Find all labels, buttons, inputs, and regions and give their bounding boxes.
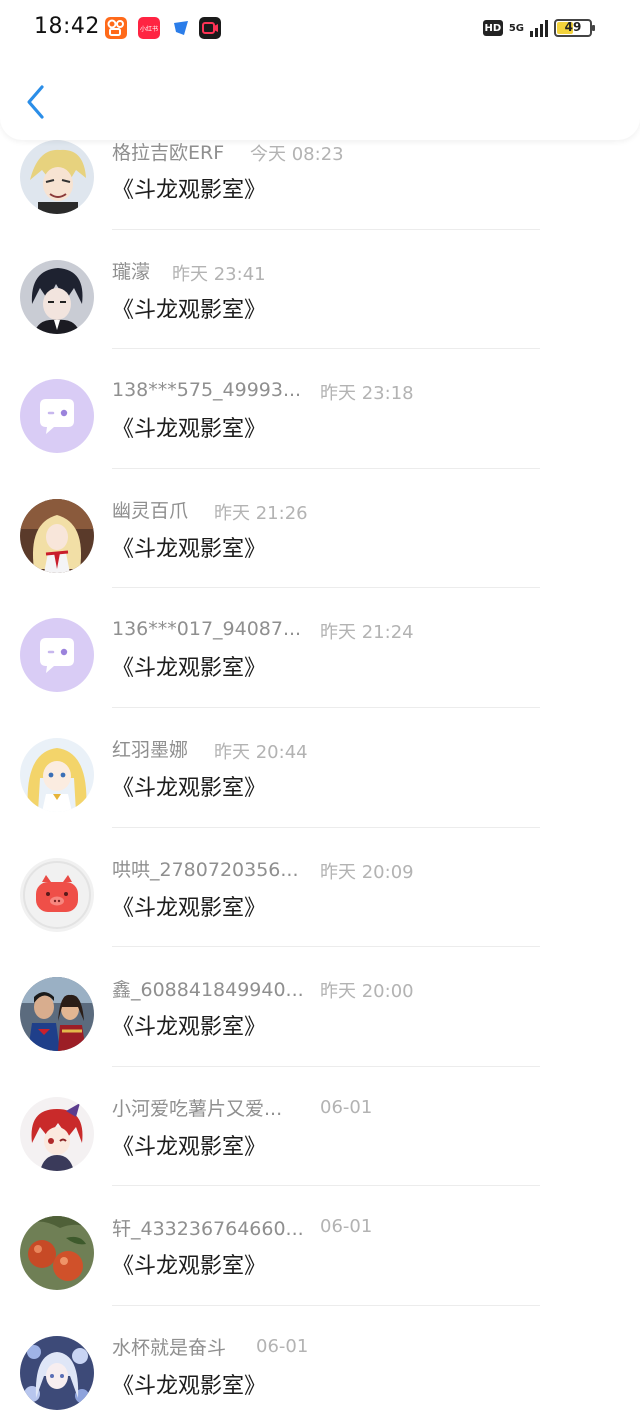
- message-text[interactable]: 《斗龙观影室》: [112, 1009, 266, 1041]
- message-meta: 瓏濛 昨天 23:41: [112, 257, 266, 285]
- hd-voice-badge: HD: [482, 20, 503, 36]
- feishu-app-icon: [170, 17, 192, 39]
- message-time: 昨天 20:00: [320, 981, 414, 1003]
- message-time: 昨天 21:26: [214, 502, 308, 524]
- status-bar: 18:42 小红书 HD 5G 49: [0, 0, 640, 56]
- message-text[interactable]: 《斗龙观影室》: [112, 1368, 266, 1400]
- message-text[interactable]: 《斗龙观影室》: [112, 1129, 266, 1161]
- avatar[interactable]: [20, 1096, 94, 1171]
- sender-name[interactable]: 138***575_49993...: [112, 379, 301, 401]
- video-app-icon: [199, 17, 221, 39]
- message-text[interactable]: 《斗龙观影室》: [112, 890, 266, 922]
- back-button[interactable]: [18, 82, 52, 122]
- sender-name[interactable]: 水杯就是奋斗: [112, 1333, 226, 1360]
- message-meta: 幽灵百爪 昨天 21:26: [112, 496, 308, 524]
- message-time: 06-01: [320, 1216, 373, 1238]
- message-text[interactable]: 《斗龙观影室》: [112, 531, 266, 563]
- message-item[interactable]: 红羽墨娜 昨天 20:44 《斗龙观影室》: [0, 708, 640, 828]
- message-time: 06-01: [320, 1096, 373, 1118]
- avatar[interactable]: [20, 618, 94, 693]
- avatar[interactable]: [20, 737, 94, 812]
- avatar[interactable]: [20, 259, 94, 334]
- sender-name[interactable]: 红羽墨娜: [112, 735, 188, 762]
- message-item[interactable]: 哄哄_2780720356... 昨天 20:09 《斗龙观影室》: [0, 828, 640, 948]
- message-item[interactable]: 鑫_608841849940... 昨天 20:00 《斗龙观影室》: [0, 947, 640, 1067]
- message-text[interactable]: 《斗龙观影室》: [112, 1248, 266, 1280]
- message-text[interactable]: 《斗龙观影室》: [112, 172, 266, 204]
- network-type: 5G: [508, 22, 524, 34]
- avatar[interactable]: [20, 1216, 94, 1291]
- message-item[interactable]: 水杯就是奋斗 06-01 《斗龙观影室》: [0, 1306, 640, 1422]
- message-time: 06-01: [256, 1335, 309, 1357]
- message-item[interactable]: 138***575_49993... 昨天 23:18 《斗龙观影室》: [0, 349, 640, 469]
- message-item[interactable]: 轩_433236764660... 06-01 《斗龙观影室》: [0, 1186, 640, 1306]
- sender-name[interactable]: 格拉吉欧ERF: [112, 138, 224, 165]
- message-item[interactable]: 瓏濛 昨天 23:41 《斗龙观影室》: [0, 230, 640, 350]
- signal-icon: [530, 19, 548, 37]
- message-meta: 136***017_94087... 昨天 21:24: [112, 616, 414, 643]
- sender-name[interactable]: 小河爱吃薯片又爱...: [112, 1094, 282, 1121]
- message-text[interactable]: 《斗龙观影室》: [112, 650, 266, 682]
- sender-name[interactable]: 轩_433236764660...: [112, 1214, 304, 1241]
- top-navigation-bar: [0, 56, 640, 140]
- sender-name[interactable]: 哄哄_2780720356...: [112, 855, 299, 882]
- message-time: 昨天 23:18: [320, 383, 414, 405]
- message-meta: 水杯就是奋斗 06-01: [112, 1333, 308, 1360]
- avatar[interactable]: [20, 1335, 94, 1410]
- message-meta: 鑫_608841849940... 昨天 20:00: [112, 975, 414, 1003]
- avatar[interactable]: [20, 977, 94, 1052]
- message-meta: 格拉吉欧ERF 今天 08:23: [112, 138, 344, 166]
- message-meta: 红羽墨娜 昨天 20:44: [112, 735, 308, 763]
- message-item[interactable]: 136***017_94087... 昨天 21:24 《斗龙观影室》: [0, 588, 640, 708]
- sender-name[interactable]: 幽灵百爪: [112, 496, 188, 523]
- message-item[interactable]: 小河爱吃薯片又爱... 06-01 《斗龙观影室》: [0, 1067, 640, 1187]
- avatar[interactable]: [20, 498, 94, 573]
- battery-percent: 49: [564, 20, 582, 34]
- message-meta: 轩_433236764660... 06-01: [112, 1214, 372, 1241]
- xiaohongshu-app-icon: 小红书: [138, 17, 160, 39]
- sender-name[interactable]: 鑫_608841849940...: [112, 975, 304, 1002]
- battery-icon: 49: [554, 19, 595, 37]
- message-text[interactable]: 《斗龙观影室》: [112, 770, 266, 802]
- sender-name[interactable]: 136***017_94087...: [112, 618, 301, 640]
- message-item[interactable]: 幽灵百爪 昨天 21:26 《斗龙观影室》: [0, 469, 640, 589]
- xiaohongshu-app-label: 小红书: [139, 25, 158, 33]
- message-time: 昨天 20:44: [214, 741, 308, 763]
- message-time: 昨天 20:09: [320, 861, 414, 883]
- message-time: 昨天 21:24: [320, 622, 414, 644]
- message-time: 今天 08:23: [250, 144, 344, 165]
- avatar[interactable]: [20, 857, 94, 932]
- chevron-left-icon: [27, 85, 44, 119]
- message-meta: 小河爱吃薯片又爱... 06-01: [112, 1094, 372, 1121]
- message-meta: 138***575_49993... 昨天 23:18: [112, 377, 414, 404]
- avatar[interactable]: [20, 140, 94, 214]
- avatar[interactable]: [20, 379, 94, 454]
- sender-name[interactable]: 瓏濛: [112, 257, 150, 284]
- message-text[interactable]: 《斗龙观影室》: [112, 411, 266, 443]
- message-text[interactable]: 《斗龙观影室》: [112, 292, 266, 324]
- message-list: 格拉吉欧ERF 今天 08:23 《斗龙观影室》 瓏濛 昨天 23:41 《斗龙观影室》…: [0, 110, 640, 1422]
- message-time: 昨天 23:41: [172, 263, 266, 285]
- message-meta: 哄哄_2780720356... 昨天 20:09: [112, 855, 414, 883]
- kuaishou-app-icon: [105, 17, 127, 39]
- status-time: 18:42: [34, 14, 100, 39]
